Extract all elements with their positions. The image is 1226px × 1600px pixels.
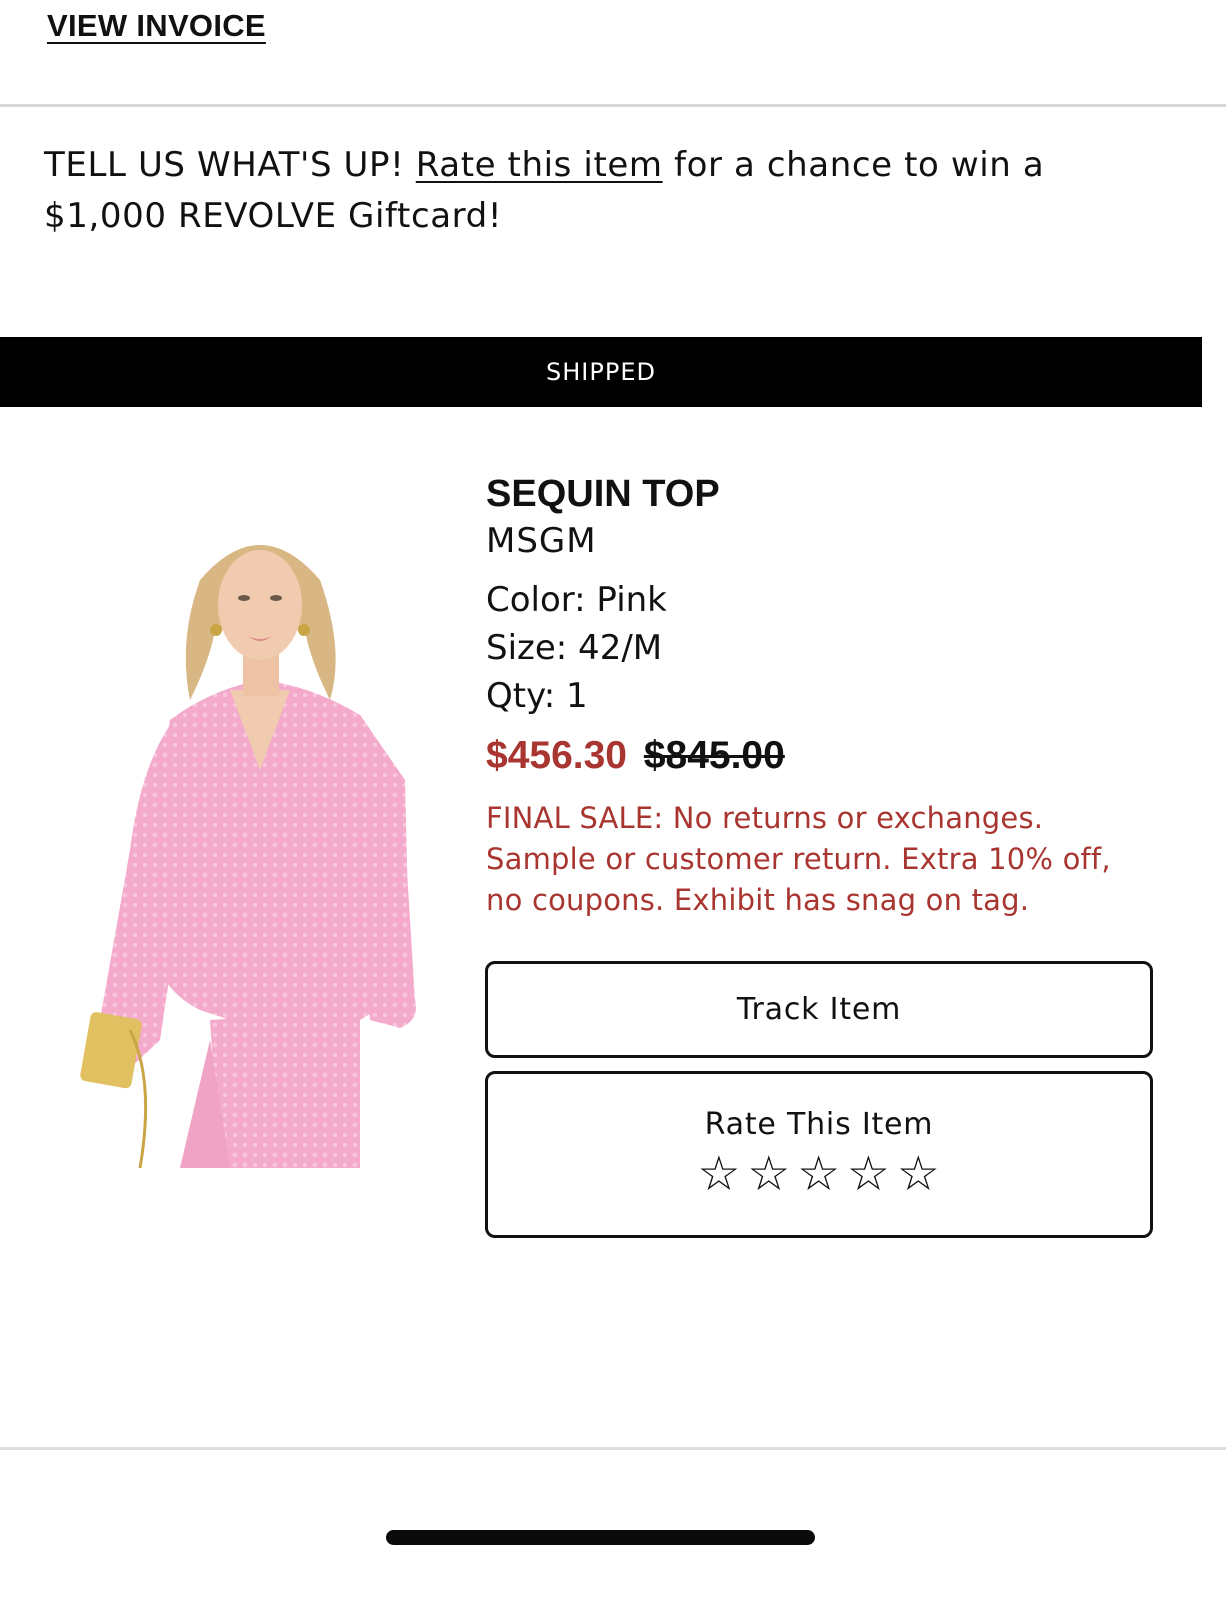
star-icon[interactable]: ☆ (697, 1146, 741, 1202)
track-item-button[interactable]: Track Item (485, 961, 1153, 1058)
product-image[interactable] (60, 520, 420, 1169)
star-icon[interactable]: ☆ (797, 1146, 841, 1202)
product-size: Size: 42/M (486, 628, 663, 668)
rate-item-button[interactable]: Rate This Item ☆ ☆ ☆ ☆ ☆ (485, 1071, 1153, 1238)
star-icon[interactable]: ☆ (897, 1146, 941, 1202)
promo-prefix: TELL US WHAT'S UP! (44, 145, 405, 185)
star-icon[interactable]: ☆ (747, 1146, 791, 1202)
home-indicator[interactable] (386, 1530, 815, 1545)
sale-price: $456.30 (486, 734, 627, 777)
order-status-bar: SHIPPED (0, 337, 1202, 407)
rate-this-item-link[interactable]: Rate this item (416, 145, 663, 185)
star-rating: ☆ ☆ ☆ ☆ ☆ (697, 1146, 940, 1202)
star-icon[interactable]: ☆ (847, 1146, 891, 1202)
divider (0, 1447, 1226, 1450)
product-name[interactable]: SEQUIN TOP (486, 470, 1166, 518)
view-invoice-link[interactable]: VIEW INVOICE (47, 8, 266, 44)
rating-promo-banner: TELL US WHAT'S UP! Rate this item for a … (44, 140, 1164, 242)
product-brand[interactable]: MSGM (486, 518, 1166, 564)
product-qty: Qty: 1 (486, 676, 588, 716)
rate-item-label: Rate This Item (704, 1107, 934, 1142)
final-sale-note: FINAL SALE: No returns or exchanges. Sam… (486, 801, 1111, 917)
product-color: Color: Pink (486, 580, 667, 620)
divider (0, 104, 1226, 107)
product-photo-icon (80, 545, 416, 1169)
price-row: $456.30 $845.00 (486, 732, 1166, 780)
original-price: $845.00 (643, 734, 785, 777)
status-label: SHIPPED (546, 358, 656, 386)
product-details: SEQUIN TOP MSGM Color: Pink Size: 42/M Q… (486, 470, 1166, 921)
track-item-label: Track Item (736, 992, 902, 1027)
